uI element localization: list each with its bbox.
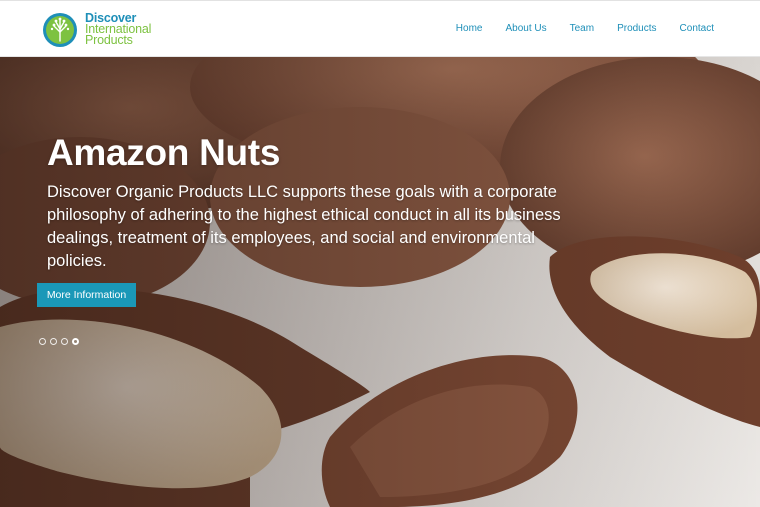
- tree-emblem-icon: [43, 13, 77, 47]
- nav-about-us[interactable]: About Us: [505, 23, 546, 34]
- slider-pagination: [39, 338, 79, 345]
- nav-products[interactable]: Products: [617, 23, 656, 34]
- slide-dot-1[interactable]: [39, 338, 46, 345]
- site-header: Discover International Products Home Abo…: [0, 0, 760, 57]
- more-information-button[interactable]: More Information: [37, 283, 136, 307]
- site-logo[interactable]: Discover International Products: [42, 12, 172, 48]
- hero-title: Amazon Nuts: [47, 132, 281, 173]
- logo-line-3: Products: [85, 33, 133, 47]
- nav-contact[interactable]: Contact: [680, 23, 714, 34]
- hero-slider: Amazon Nuts Discover Organic Products LL…: [0, 57, 760, 507]
- slide-dot-3[interactable]: [61, 338, 68, 345]
- nav-team[interactable]: Team: [570, 23, 594, 34]
- slide-dot-2[interactable]: [50, 338, 57, 345]
- nav-home[interactable]: Home: [456, 23, 483, 34]
- logo-wordmark: Discover International Products: [85, 12, 151, 47]
- hero-background-image: [0, 57, 760, 507]
- main-nav: Home About Us Team Products Contact: [433, 23, 714, 34]
- hero-description: Discover Organic Products LLC supports t…: [47, 183, 561, 270]
- slide-dot-4-active[interactable]: [72, 338, 79, 345]
